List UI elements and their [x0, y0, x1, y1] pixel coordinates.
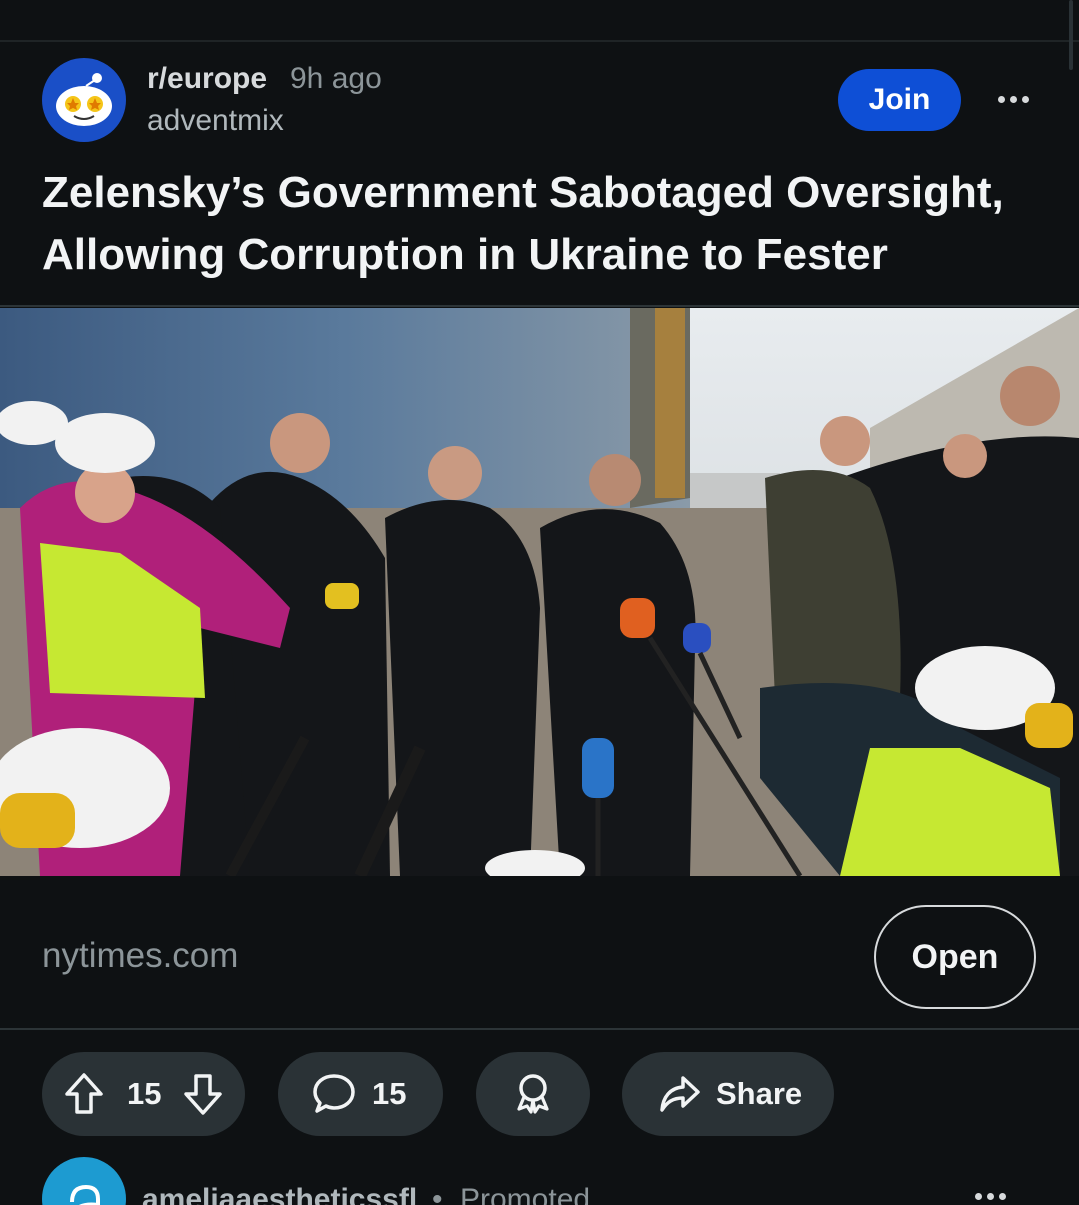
post-actions: 15 15 Share [0, 1052, 1079, 1136]
award-icon [513, 1073, 553, 1115]
post-header: r/europe 9h ago adventmix Join Zelensky’… [0, 44, 1079, 306]
comment-count: 15 [372, 1076, 407, 1111]
next-post-username[interactable]: ameliaaestheticssfl [142, 1183, 417, 1205]
reddit-feed: r/europe 9h ago adventmix Join Zelensky’… [0, 0, 1079, 1205]
arrow-down-icon[interactable] [183, 1072, 223, 1116]
share-arrow-icon [659, 1074, 701, 1114]
subreddit-avatar[interactable] [42, 58, 126, 142]
ellipsis-icon[interactable] [975, 1193, 1021, 1200]
vote-count: 15 [127, 1076, 162, 1111]
link-domain[interactable]: nytimes.com [42, 936, 238, 976]
next-post-preview: ameliaaestheticssfl • Promoted [0, 1155, 1079, 1205]
share-label: Share [716, 1076, 803, 1111]
divider [0, 305, 1079, 307]
subreddit-name[interactable]: r/europe [147, 62, 267, 96]
top-bar [0, 0, 1079, 42]
post-author[interactable]: adventmix [147, 104, 284, 138]
ellipsis-icon[interactable] [990, 84, 1036, 114]
arrow-up-icon[interactable] [64, 1072, 104, 1116]
next-post-avatar[interactable] [42, 1157, 126, 1205]
post-title[interactable]: Zelensky’s Government Sabotaged Oversigh… [42, 162, 1032, 286]
vote-control: 15 [42, 1052, 245, 1136]
divider [0, 1028, 1079, 1030]
link-card[interactable]: nytimes.com Open [0, 878, 1079, 1028]
post-timestamp: 9h ago [290, 62, 382, 95]
join-button[interactable]: Join [838, 69, 961, 131]
share-button[interactable]: Share [622, 1052, 834, 1136]
separator-dot: • [432, 1183, 443, 1205]
post-image[interactable] [0, 308, 1079, 876]
open-button[interactable]: Open [874, 905, 1036, 1009]
promoted-label: Promoted [460, 1183, 591, 1205]
speech-bubble-icon [312, 1073, 356, 1115]
award-button[interactable] [476, 1052, 590, 1136]
comments-button[interactable]: 15 [278, 1052, 443, 1136]
